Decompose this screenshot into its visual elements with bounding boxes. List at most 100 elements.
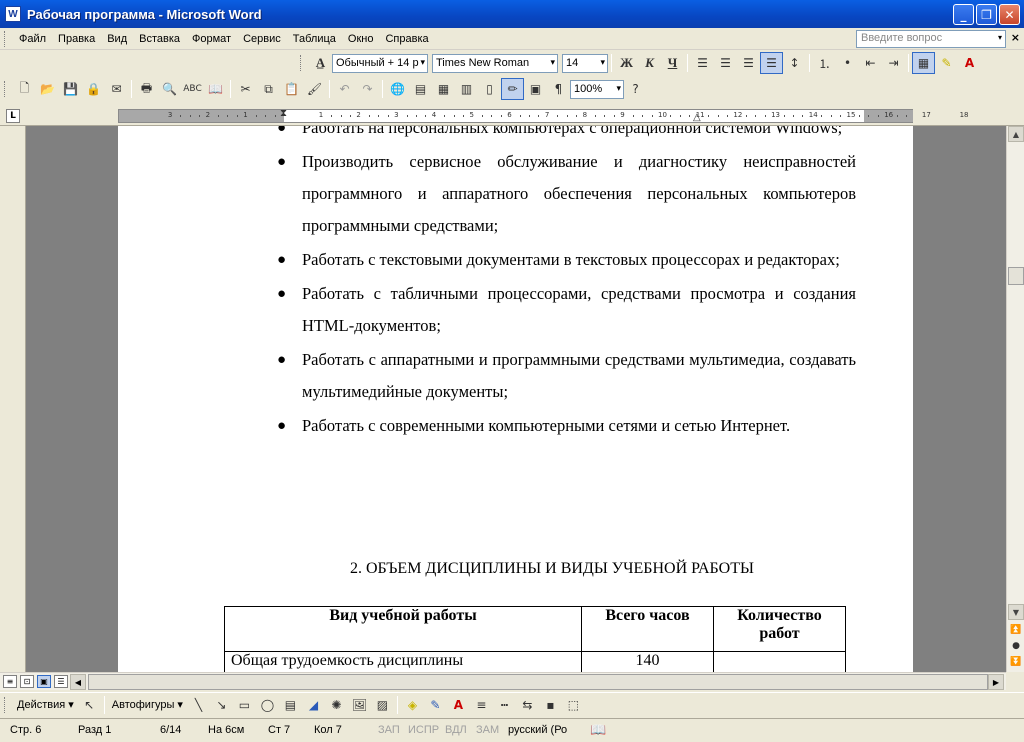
- formatting-grip[interactable]: [300, 55, 303, 71]
- document-map-icon[interactable]: ▣: [524, 78, 547, 100]
- menu-insert[interactable]: Вставка: [133, 33, 186, 45]
- menu-view[interactable]: Вид: [101, 33, 133, 45]
- style-select[interactable]: Обычный + 14 р: [332, 53, 428, 73]
- table-cell[interactable]: [713, 651, 846, 672]
- menu-file[interactable]: Файл: [13, 33, 52, 45]
- list-item[interactable]: ● Работать на персональных компьютерах с …: [277, 126, 856, 144]
- vertical-scroll-thumb[interactable]: [1008, 267, 1024, 285]
- menu-table[interactable]: Таблица: [287, 33, 342, 45]
- italic-button[interactable]: К: [638, 52, 661, 74]
- close-button[interactable]: ✕: [999, 4, 1020, 25]
- autoshapes-menu[interactable]: Автофигуры ▾: [108, 698, 187, 711]
- previous-page-icon[interactable]: ⏫: [1010, 624, 1022, 636]
- save-icon[interactable]: 💾: [59, 78, 82, 100]
- redo-icon[interactable]: ↷: [356, 78, 379, 100]
- table-header-cell[interactable]: Всего часов: [581, 606, 714, 652]
- arrow-icon[interactable]: ↘: [210, 694, 233, 716]
- decrease-indent-icon[interactable]: ⇤: [859, 52, 882, 74]
- horizontal-ruler[interactable]: ⧗ △ 3 2 1 1 2 3 4 5 6 7 8 9 10 11 12 13 14 15 16 17 18: [118, 108, 969, 123]
- diagram-icon[interactable]: ✺: [325, 694, 348, 716]
- columns-icon[interactable]: ▯: [478, 78, 501, 100]
- clip-art-icon[interactable]: 🖼: [348, 694, 371, 716]
- new-document-icon[interactable]: 🗋: [13, 78, 36, 100]
- list-item[interactable]: ● Работать с табличными процессорами, сре…: [277, 278, 856, 342]
- word-app-icon[interactable]: W: [5, 6, 21, 22]
- document-close-icon[interactable]: ×: [1011, 31, 1020, 44]
- draw-font-color-icon[interactable]: A: [447, 694, 470, 716]
- drawing-icon[interactable]: ✏: [501, 78, 524, 100]
- list-item[interactable]: ● Работать с текстовыми документами в тек…: [277, 244, 856, 276]
- shadow-style-icon[interactable]: ▪: [539, 694, 562, 716]
- insert-excel-icon[interactable]: ▥: [455, 78, 478, 100]
- scroll-right-icon[interactable]: ▶: [988, 674, 1004, 690]
- insert-table-icon[interactable]: ▦: [432, 78, 455, 100]
- help-icon[interactable]: ?: [624, 78, 647, 100]
- status-record[interactable]: ЗАП: [378, 724, 400, 736]
- print-layout-icon[interactable]: ▣: [37, 675, 51, 688]
- spelling-status-icon[interactable]: 📖: [590, 722, 606, 738]
- list-item[interactable]: ● Работать с аппаратными и программными с…: [277, 344, 856, 408]
- menu-window[interactable]: Окно: [342, 33, 380, 45]
- bold-button[interactable]: Ж: [615, 52, 638, 74]
- permission-icon[interactable]: 🔒: [82, 78, 105, 100]
- line-icon[interactable]: ╲: [187, 694, 210, 716]
- rectangle-icon[interactable]: ▭: [233, 694, 256, 716]
- zoom-select[interactable]: 100%: [570, 79, 624, 99]
- hyperlink-icon[interactable]: 🌐: [386, 78, 409, 100]
- menu-grip[interactable]: [4, 30, 7, 47]
- draw-actions-menu[interactable]: Действия ▾: [13, 698, 78, 711]
- document-page[interactable]: ● Работать на персональных компьютерах с …: [118, 126, 913, 672]
- oval-icon[interactable]: ◯: [256, 694, 279, 716]
- styles-pane-icon[interactable]: A̲: [309, 52, 332, 74]
- table-cell[interactable]: 140: [581, 651, 714, 672]
- table-cell[interactable]: Общая трудоемкость дисциплины: [224, 651, 582, 672]
- menu-edit[interactable]: Правка: [52, 33, 101, 45]
- format-painter-icon[interactable]: 🖌: [303, 78, 326, 100]
- next-page-icon[interactable]: ⏬: [1010, 656, 1022, 668]
- scroll-down-icon[interactable]: ▼: [1008, 604, 1024, 620]
- print-preview-icon[interactable]: 🔍: [158, 78, 181, 100]
- email-icon[interactable]: ✉: [105, 78, 128, 100]
- status-track-changes[interactable]: ИСПР: [408, 724, 439, 736]
- justify-icon[interactable]: ☰: [760, 52, 783, 74]
- text-box-icon[interactable]: ▤: [279, 694, 302, 716]
- scroll-up-icon[interactable]: ▲: [1008, 126, 1024, 142]
- increase-indent-icon[interactable]: ⇥: [882, 52, 905, 74]
- select-objects-icon[interactable]: ↖: [78, 694, 101, 716]
- help-dropdown-icon[interactable]: ▾: [998, 33, 1002, 42]
- horizontal-scrollbar[interactable]: ≡ ⊡ ▣ ☰ ◀ ▶: [0, 672, 1006, 690]
- underline-button[interactable]: Ч: [661, 52, 684, 74]
- open-icon[interactable]: 📂: [36, 78, 59, 100]
- dash-style-icon[interactable]: ┅: [493, 694, 516, 716]
- arrow-style-icon[interactable]: ⇆: [516, 694, 539, 716]
- paste-icon[interactable]: 📋: [280, 78, 303, 100]
- horizontal-scroll-thumb[interactable]: [88, 674, 988, 690]
- first-line-indent-marker[interactable]: ⧗: [280, 108, 287, 119]
- list-item[interactable]: ● Производить сервисное обслуживание и ди…: [277, 146, 856, 242]
- outline-view-icon[interactable]: ☰: [54, 675, 68, 688]
- line-color-icon[interactable]: ✎: [424, 694, 447, 716]
- font-color-icon[interactable]: A: [958, 52, 981, 74]
- print-icon[interactable]: 🖶: [135, 78, 158, 100]
- table-header-cell[interactable]: Количество работ: [713, 606, 846, 652]
- fill-color-icon[interactable]: ◈: [401, 694, 424, 716]
- bullets-icon[interactable]: •: [836, 52, 859, 74]
- vertical-scrollbar[interactable]: ▲ ▼ ⏫ ● ⏬: [1006, 126, 1024, 672]
- standard-grip[interactable]: [4, 81, 7, 97]
- restore-button[interactable]: ❐: [976, 4, 997, 25]
- web-view-icon[interactable]: ⊡: [20, 675, 34, 688]
- minimize-button[interactable]: _: [953, 4, 974, 25]
- align-right-icon[interactable]: ☰: [737, 52, 760, 74]
- select-browse-object-icon[interactable]: ●: [1010, 640, 1022, 652]
- status-language[interactable]: русский (Ро: [508, 724, 567, 736]
- table-header-cell[interactable]: Вид учебной работы: [224, 606, 582, 652]
- font-size-select[interactable]: 14: [562, 53, 608, 73]
- status-extend[interactable]: ВДЛ: [445, 724, 467, 736]
- line-spacing-icon[interactable]: ↕: [783, 52, 806, 74]
- borders-icon[interactable]: ▦: [912, 52, 935, 74]
- drawing-grip[interactable]: [4, 696, 7, 713]
- numbering-icon[interactable]: ⒈: [813, 52, 836, 74]
- align-left-icon[interactable]: ☰: [691, 52, 714, 74]
- tab-selector[interactable]: L: [6, 109, 20, 123]
- section-heading[interactable]: 2. ОБЪЕМ ДИСЦИПЛИНЫ И ВИДЫ УЧЕБНОЙ РАБОТ…: [350, 560, 754, 578]
